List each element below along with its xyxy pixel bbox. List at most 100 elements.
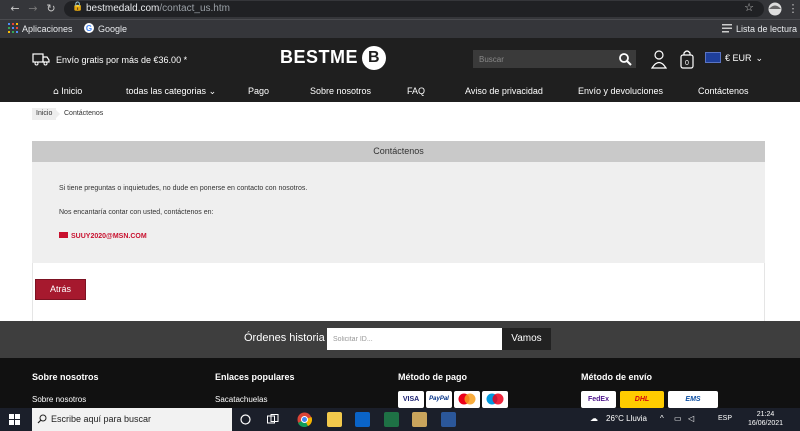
menu-dots-icon[interactable]: ⋮	[786, 2, 800, 16]
reading-list[interactable]: Lista de lectura	[722, 23, 797, 34]
site-header: Envío gratis por más de €36.00 * BESTME B…	[0, 38, 800, 102]
windows-taskbar: Escribe aquí para buscar ☁ 26°C Lluvia ^…	[0, 408, 800, 431]
nav-sobre-nosotros[interactable]: Sobre nosotros	[310, 86, 371, 96]
currency-selector[interactable]: € EUR ⌄	[705, 52, 763, 64]
nav-label: Inicio	[61, 86, 83, 96]
nav-privacy[interactable]: Aviso de privacidad	[465, 86, 543, 96]
bookmark-star-icon[interactable]: ☆	[744, 1, 754, 14]
envelope-icon	[59, 232, 68, 238]
taskbar-search[interactable]: Escribe aquí para buscar	[32, 408, 232, 431]
breadcrumb-separator	[54, 108, 60, 120]
mastercard-logo	[454, 391, 480, 408]
cortana-icon[interactable]	[240, 414, 251, 425]
site-footer: Sobre nosotros Sobre nosotros Enlaces po…	[0, 358, 800, 408]
network-icon[interactable]: ▭	[674, 414, 682, 423]
nav-home[interactable]: ⌂ Inicio	[53, 86, 82, 97]
nav-pago[interactable]: Pago	[248, 86, 269, 96]
cart-icon[interactable]: 0	[679, 49, 695, 69]
nav-shipping-returns[interactable]: Envío y devoluciones	[578, 86, 663, 96]
bookmark-label: Google	[98, 24, 128, 34]
input-language[interactable]: ESP	[718, 415, 732, 422]
breadcrumb-current: Contáctenos	[64, 110, 104, 117]
mastercard-circles	[458, 393, 476, 405]
ems-logo: EMS	[668, 391, 718, 408]
site-logo[interactable]: BESTME B	[280, 46, 387, 72]
url-path: /contact_us.htm	[159, 3, 230, 14]
logo-text: BESTME	[280, 47, 359, 67]
logo-badge: B	[362, 46, 387, 70]
chevron-down-icon: ⌄	[755, 53, 764, 63]
free-shipping-banner: Envío gratis por más de €36.00 *	[32, 52, 187, 66]
footer-link-about[interactable]: Sobre nosotros	[32, 395, 86, 404]
visa-logo: VISA	[398, 391, 424, 408]
forward-arrow-icon[interactable]: →	[26, 2, 40, 16]
footer-heading-shipping: Método de envío	[581, 372, 653, 382]
apps-grid-icon	[8, 23, 18, 33]
main-nav: ⌂ Inicio todas las categorias ⌄ Pago Sob…	[0, 82, 800, 102]
contact-card: Contáctenos Si tiene preguntas o inquiet…	[32, 141, 765, 263]
bookmark-aplicaciones[interactable]: Aplicaciones	[8, 23, 73, 34]
volume-icon[interactable]: ◁	[688, 414, 694, 423]
back-area	[32, 263, 765, 321]
tray-chevron-icon[interactable]: ^	[660, 414, 664, 423]
fedex-logo: FedEx	[581, 391, 616, 408]
nav-categories[interactable]: todas las categorias ⌄	[126, 86, 216, 97]
weather-icon[interactable]: ☁	[590, 414, 598, 423]
chrome-app-icon[interactable]	[297, 412, 312, 427]
taskbar-clock[interactable]: 21:24 16/06/2021	[748, 410, 783, 428]
footer-heading-links: Enlaces populares	[215, 372, 295, 382]
clock-time: 21:24	[756, 411, 775, 418]
footer-link-popular[interactable]: Sacatachuelas	[215, 395, 267, 404]
search-icon[interactable]	[618, 52, 632, 66]
nav-faq[interactable]: FAQ	[407, 86, 425, 96]
contact-email-link[interactable]: SUUY2020@MSN.COM	[59, 232, 147, 240]
bookmark-google[interactable]: G Google	[84, 23, 127, 34]
maestro-logo	[482, 391, 508, 408]
excel-icon[interactable]	[384, 412, 399, 427]
nav-contact[interactable]: Contáctenos	[698, 86, 749, 96]
folder-icon[interactable]	[412, 412, 427, 427]
weather-text[interactable]: 26°C Lluvia	[606, 414, 647, 423]
search-icon	[37, 414, 47, 424]
footer-heading-payment: Método de pago	[398, 372, 467, 382]
browser-chrome: ← → ↻ 🔒 bestmedald.com/contact_us.htm ☆ …	[0, 0, 800, 38]
order-history-label: Órdenes historia	[244, 332, 325, 344]
reload-icon[interactable]: ↻	[44, 2, 58, 16]
bookmark-label: Aplicaciones	[22, 24, 73, 34]
back-button[interactable]: Atrás	[35, 279, 86, 300]
word-icon[interactable]	[441, 412, 456, 427]
taskbar-search-text: Escribe aquí para buscar	[51, 414, 152, 424]
page-title: Contáctenos	[32, 141, 765, 162]
url-text[interactable]: bestmedald.com/contact_us.htm	[86, 3, 230, 14]
svg-text:G: G	[86, 24, 92, 33]
outlook-icon[interactable]	[355, 412, 370, 427]
windows-start-icon[interactable]	[9, 414, 20, 425]
search-input[interactable]	[473, 50, 613, 68]
home-icon: ⌂	[53, 87, 59, 97]
file-explorer-icon[interactable]	[327, 412, 342, 427]
dhl-logo: DHL	[620, 391, 664, 408]
order-history-bar: Órdenes historia Vamos	[0, 321, 800, 358]
user-account-icon[interactable]	[651, 49, 667, 69]
bookmarks-bar: Aplicaciones G Google Lista de lectura	[0, 19, 800, 38]
reading-list-icon	[722, 24, 732, 33]
profile-avatar-icon[interactable]	[768, 2, 782, 16]
contact-invite-text: Nos encantaría contar con usted, contáct…	[59, 209, 214, 216]
site-search	[473, 50, 636, 68]
order-go-button[interactable]: Vamos	[502, 328, 551, 350]
google-icon: G	[84, 23, 94, 33]
omnibox[interactable]: 🔒 bestmedald.com/contact_us.htm ☆	[64, 1, 764, 17]
cart-count: 0	[685, 60, 689, 67]
eu-flag-icon	[705, 52, 721, 63]
currency-label: € EUR	[725, 53, 752, 63]
breadcrumb-home[interactable]: Inicio	[32, 108, 57, 120]
paypal-logo: PayPal	[426, 391, 452, 408]
task-view-icon[interactable]	[267, 414, 279, 425]
back-arrow-icon[interactable]: ←	[8, 2, 22, 16]
nav-label: todas las categorias	[126, 86, 207, 96]
reading-list-label: Lista de lectura	[736, 24, 798, 34]
truck-icon	[32, 53, 50, 66]
order-id-input[interactable]	[327, 328, 502, 350]
shipping-text: Envío gratis por más de €36.00 *	[56, 55, 188, 65]
clock-date: 16/06/2021	[748, 420, 784, 427]
